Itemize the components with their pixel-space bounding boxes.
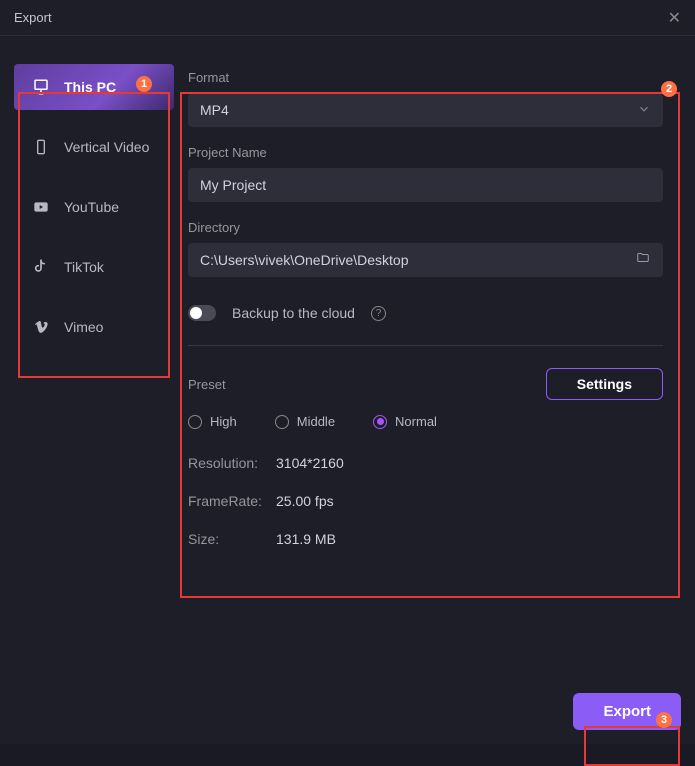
directory-value: C:\Users\vivek\OneDrive\Desktop bbox=[200, 252, 409, 268]
sidebar-item-label: This PC bbox=[64, 79, 116, 95]
export-button[interactable]: Export bbox=[573, 693, 681, 730]
sidebar-item-label: YouTube bbox=[64, 199, 119, 215]
radio-label: High bbox=[210, 414, 237, 429]
preset-option-high[interactable]: High bbox=[188, 414, 237, 429]
close-button[interactable]: ✕ bbox=[668, 8, 681, 28]
sidebar-item-vertical-video[interactable]: Vertical Video bbox=[14, 124, 174, 170]
format-select[interactable]: MP4 bbox=[188, 93, 663, 127]
preset-option-middle[interactable]: Middle bbox=[275, 414, 335, 429]
radio-icon bbox=[188, 415, 202, 429]
project-name-value: My Project bbox=[200, 177, 266, 193]
preset-radio-group: High Middle Normal bbox=[188, 414, 663, 429]
radio-icon bbox=[373, 415, 387, 429]
radio-label: Middle bbox=[297, 414, 335, 429]
directory-input[interactable]: C:\Users\vivek\OneDrive\Desktop bbox=[188, 243, 663, 277]
browse-folder-button[interactable] bbox=[635, 251, 651, 270]
export-settings-panel: Format MP4 Project Name My Project Direc… bbox=[174, 50, 681, 744]
framerate-label: FrameRate: bbox=[188, 493, 276, 509]
resolution-label: Resolution: bbox=[188, 455, 276, 471]
preset-label: Preset bbox=[188, 377, 226, 392]
sidebar-item-label: Vertical Video bbox=[64, 139, 149, 155]
sidebar-item-vimeo[interactable]: Vimeo bbox=[14, 304, 174, 350]
directory-label: Directory bbox=[188, 220, 663, 235]
titlebar: Export ✕ bbox=[0, 0, 695, 36]
help-icon[interactable]: ? bbox=[371, 306, 386, 321]
project-name-input[interactable]: My Project bbox=[188, 168, 663, 202]
pc-icon bbox=[32, 78, 50, 96]
tiktok-icon bbox=[32, 258, 50, 276]
chevron-down-icon bbox=[637, 102, 651, 119]
sidebar-item-label: Vimeo bbox=[64, 319, 103, 335]
backup-toggle[interactable] bbox=[188, 305, 216, 321]
vimeo-icon bbox=[32, 318, 50, 336]
radio-icon bbox=[275, 415, 289, 429]
radio-label: Normal bbox=[395, 414, 437, 429]
sidebar-item-this-pc[interactable]: This PC bbox=[14, 64, 174, 110]
size-label: Size: bbox=[188, 531, 276, 547]
preset-option-normal[interactable]: Normal bbox=[373, 414, 437, 429]
backup-label: Backup to the cloud bbox=[232, 305, 355, 321]
export-sidebar: This PC Vertical Video YouTube TikTok bbox=[14, 50, 174, 744]
window-title: Export bbox=[14, 10, 52, 25]
youtube-icon bbox=[32, 198, 50, 216]
settings-button[interactable]: Settings bbox=[546, 368, 663, 400]
phone-icon bbox=[32, 138, 50, 156]
framerate-value: 25.00 fps bbox=[276, 493, 334, 509]
project-name-label: Project Name bbox=[188, 145, 663, 160]
sidebar-item-youtube[interactable]: YouTube bbox=[14, 184, 174, 230]
sidebar-item-label: TikTok bbox=[64, 259, 104, 275]
format-label: Format bbox=[188, 70, 663, 85]
sidebar-item-tiktok[interactable]: TikTok bbox=[14, 244, 174, 290]
format-value: MP4 bbox=[200, 102, 229, 118]
size-value: 131.9 MB bbox=[276, 531, 336, 547]
resolution-value: 3104*2160 bbox=[276, 455, 344, 471]
divider bbox=[188, 345, 663, 346]
